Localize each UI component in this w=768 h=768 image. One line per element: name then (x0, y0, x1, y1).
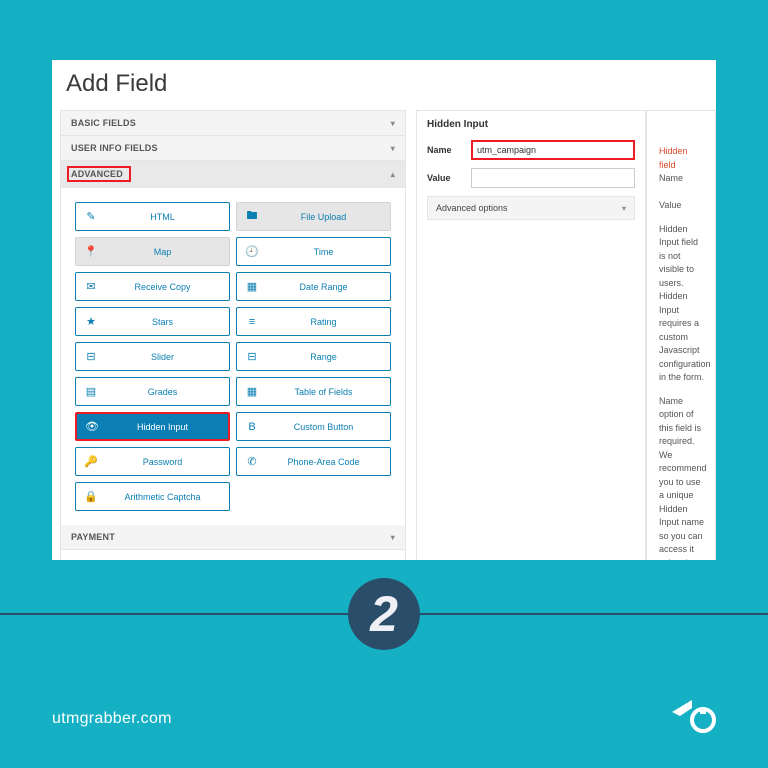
rating-icon: ≡ (237, 308, 267, 335)
accordion-basic-fields[interactable]: BASIC FIELDS ▾ (61, 111, 405, 136)
field-type-time[interactable]: 🕘Time (236, 237, 391, 266)
grades-icon: ▤ (76, 378, 106, 405)
range-icon: ⊟ (237, 343, 267, 370)
map-icon: 📍 (76, 238, 106, 265)
field-type-label: Arithmetic Captcha (106, 483, 229, 510)
receive-icon: ✉ (76, 273, 106, 300)
accordion-label: BASIC FIELDS (71, 118, 136, 128)
field-type-daterange[interactable]: ▦Date Range (236, 272, 391, 301)
name-input[interactable] (471, 140, 635, 160)
advanced-options-label: Advanced options (436, 203, 508, 213)
value-row: Value (427, 168, 635, 188)
field-type-label: Slider (106, 343, 229, 370)
help-paragraph: Hidden Input field is not visible to use… (659, 223, 705, 385)
chevron-down-icon: ▾ (622, 204, 626, 213)
step-number: 2 (370, 589, 398, 639)
field-type-table[interactable]: ▦Table of Fields (236, 377, 391, 406)
field-type-label: Range (267, 343, 390, 370)
advanced-options-toggle[interactable]: Advanced options ▾ (427, 196, 635, 220)
accordion-label: ADVANCED (67, 166, 131, 182)
accordion-label: PAYMENT (71, 532, 115, 542)
add-field-modal: Add Field BASIC FIELDS ▾ USER INFO FIELD… (52, 60, 716, 560)
time-icon: 🕘 (237, 238, 267, 265)
stars-icon: ★ (76, 308, 106, 335)
password-icon: 🔑 (76, 448, 106, 475)
field-type-stars[interactable]: ★Stars (75, 307, 230, 336)
field-type-rating[interactable]: ≡Rating (236, 307, 391, 336)
custombtn-icon: B (237, 413, 267, 440)
field-type-password[interactable]: 🔑Password (75, 447, 230, 476)
field-type-label: Stars (106, 308, 229, 335)
table-icon: ▦ (237, 378, 267, 405)
brand-logo (670, 694, 716, 734)
field-type-label: File Upload (267, 203, 390, 230)
field-type-phone[interactable]: ✆Phone-Area Code (236, 447, 391, 476)
field-type-label: Receive Copy (106, 273, 229, 300)
field-type-map[interactable]: 📍Map (75, 237, 230, 266)
field-settings-panel: Hidden Input Name Value Advanced options… (416, 110, 646, 560)
accordion-payment[interactable]: PAYMENT ▾ (61, 525, 405, 550)
chevron-down-icon: ▾ (391, 144, 395, 153)
captcha-icon: 🔒 (76, 483, 106, 510)
field-type-label: Table of Fields (267, 378, 390, 405)
field-type-label: Date Range (267, 273, 390, 300)
accordion-advanced[interactable]: ADVANCED ▴ (61, 161, 405, 188)
field-type-slider[interactable]: ⊟Slider (75, 342, 230, 371)
field-type-label: Time (267, 238, 390, 265)
phone-icon: ✆ (237, 448, 267, 475)
field-type-label: Grades (106, 378, 229, 405)
field-type-file[interactable]: 🖿File Upload (236, 202, 391, 231)
field-type-label: Custom Button (267, 413, 390, 440)
field-type-hidden[interactable]: 👁Hidden Input (75, 412, 230, 441)
advanced-fields-grid: ✎HTML🖿File Upload📍Map🕘Time✉Receive Copy▦… (61, 188, 405, 525)
footer-url: utmgrabber.com (52, 710, 172, 728)
help-text: Name (659, 173, 683, 183)
field-type-grades[interactable]: ▤Grades (75, 377, 230, 406)
chevron-down-icon: ▾ (391, 119, 395, 128)
field-type-label: Map (106, 238, 229, 265)
field-type-receive[interactable]: ✉Receive Copy (75, 272, 230, 301)
name-label: Name (427, 145, 471, 155)
hidden-icon: 👁 (77, 414, 107, 439)
daterange-icon: ▦ (237, 273, 267, 300)
settings-panel-title: Hidden Input (427, 119, 635, 130)
html-icon: ✎ (76, 203, 106, 230)
name-row: Name (427, 140, 635, 160)
chevron-up-icon: ▴ (391, 170, 395, 179)
file-icon: 🖿 (237, 203, 267, 230)
help-panel: Hidden field Name Value Hidden Input fie… (646, 110, 716, 560)
accordion-label: USER INFO FIELDS (71, 143, 158, 153)
field-categories-panel: BASIC FIELDS ▾ USER INFO FIELDS ▾ ADVANC… (60, 110, 406, 560)
chevron-down-icon: ▾ (391, 533, 395, 542)
field-type-range[interactable]: ⊟Range (236, 342, 391, 371)
help-text: Value (659, 200, 681, 210)
field-type-label: Hidden Input (107, 414, 228, 439)
slider-icon: ⊟ (76, 343, 106, 370)
field-type-label: HTML (106, 203, 229, 230)
help-paragraph: Name option of this field is required. W… (659, 395, 705, 561)
modal-title: Add Field (52, 60, 716, 110)
field-type-html[interactable]: ✎HTML (75, 202, 230, 231)
value-input[interactable] (471, 168, 635, 188)
field-type-custombtn[interactable]: BCustom Button (236, 412, 391, 441)
help-warn: Hidden field (659, 146, 688, 170)
field-type-captcha[interactable]: 🔒Arithmetic Captcha (75, 482, 230, 511)
accordion-user-info-fields[interactable]: USER INFO FIELDS ▾ (61, 136, 405, 161)
value-label: Value (427, 173, 471, 183)
field-type-label: Rating (267, 308, 390, 335)
step-badge: 2 (348, 578, 420, 650)
field-type-label: Phone-Area Code (267, 448, 390, 475)
field-type-label: Password (106, 448, 229, 475)
